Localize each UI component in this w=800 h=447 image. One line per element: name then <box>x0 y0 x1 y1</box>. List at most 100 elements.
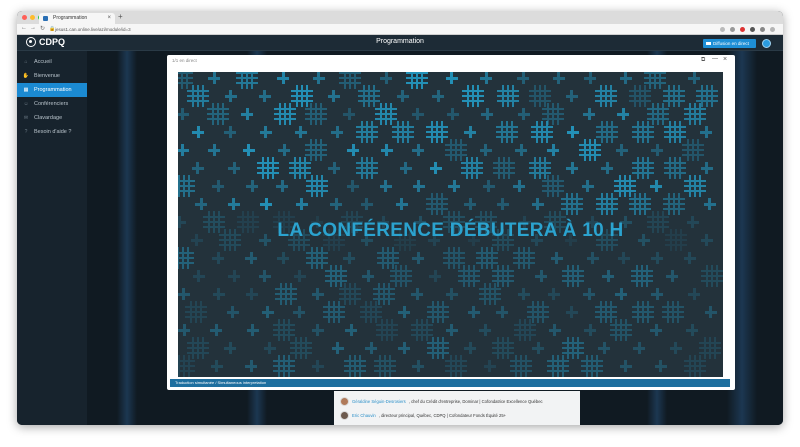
new-tab-icon[interactable]: + <box>118 12 123 21</box>
extension-icon[interactable] <box>760 27 765 32</box>
back-icon[interactable]: ← <box>21 25 27 31</box>
browser-window: Programmation × + ← → ↻ 🔒 jesus1.can.onl… <box>17 11 783 425</box>
decorative-cross <box>517 108 530 120</box>
schedule-row: Géraldine Séguin-Desrosiers , chef du Cr… <box>340 397 543 406</box>
decorative-cross <box>530 121 553 143</box>
decorative-cross <box>464 198 477 210</box>
popout-icon[interactable]: ⧉ <box>701 57 705 64</box>
user-avatar[interactable] <box>762 39 771 48</box>
decorative-cross <box>683 175 706 197</box>
address-bar: ← → ↻ 🔒 jesus1.can.online.live/azi/modul… <box>17 24 783 35</box>
decorative-cross <box>566 126 579 138</box>
decorative-cross <box>362 270 375 282</box>
decorative-cross <box>583 288 596 300</box>
decorative-cross <box>602 270 615 282</box>
sidebar-item-clavardage[interactable]: ✉ Clavardage <box>17 111 87 125</box>
live-stream-label: Diffusion en direct <box>713 41 749 46</box>
decorative-cross <box>355 157 378 179</box>
decorative-cross <box>460 157 483 179</box>
sidebar-item-label: Programmation <box>34 87 72 93</box>
decorative-cross <box>429 162 442 174</box>
decorative-cross <box>584 72 597 84</box>
live-stream-button[interactable]: Diffusion en direct <box>703 39 756 48</box>
sidebar: ⌂ Accueil ✋ Bienvenue ▦ Programmation ☺ … <box>17 51 87 425</box>
decorative-cross <box>615 288 628 300</box>
decorative-cross <box>246 180 259 192</box>
close-icon[interactable]: × <box>723 56 727 63</box>
interpretation-bar[interactable]: Traduction simultanée / Simultaneous int… <box>170 379 730 387</box>
browser-tab[interactable]: Programmation × <box>39 13 115 24</box>
schedule-panel: Géraldine Séguin-Desrosiers , chef du Cr… <box>334 391 580 425</box>
video-player[interactable]: LA CONFÉRENCE DÉBUTERA À 10 H <box>178 72 723 377</box>
decorative-cross <box>581 180 594 192</box>
decorative-cross <box>479 283 502 305</box>
decorative-cross <box>464 342 477 354</box>
decorative-cross <box>227 198 240 210</box>
favicon-icon <box>43 16 48 21</box>
decorative-cross <box>650 180 662 192</box>
decorative-cross <box>631 265 654 287</box>
speaker-name[interactable]: Eric Chauvin <box>352 413 376 418</box>
decorative-cross <box>700 162 713 174</box>
tab-close-icon[interactable]: × <box>107 13 111 24</box>
sidebar-item-conferenciers[interactable]: ☺ Conférenciers <box>17 97 87 111</box>
help-icon: ? <box>24 129 28 135</box>
decorative-cross <box>633 342 646 354</box>
decorative-cross <box>565 306 578 318</box>
decorative-cross <box>531 198 544 210</box>
minimize-icon[interactable]: — <box>712 56 718 62</box>
decorative-cross <box>277 72 290 84</box>
minimize-window-icon[interactable] <box>30 15 35 20</box>
decorative-cross <box>178 175 195 197</box>
decorative-cross <box>688 72 701 84</box>
decorative-cross <box>256 157 279 179</box>
decorative-cross <box>513 247 535 269</box>
decorative-cross <box>278 144 291 156</box>
extension-icon[interactable] <box>740 27 745 32</box>
decorative-cross <box>683 252 696 264</box>
sidebar-item-accueil[interactable]: ⌂ Accueil <box>17 55 87 69</box>
decorative-cross <box>192 270 205 282</box>
decorative-cross <box>464 126 477 138</box>
tab-title: Programmation <box>53 15 88 21</box>
decorative-cross <box>513 180 525 192</box>
sidebar-item-bienvenue[interactable]: ✋ Bienvenue <box>17 69 87 83</box>
sidebar-item-programmation[interactable]: ▦ Programmation <box>17 83 87 97</box>
decorative-cross <box>586 252 599 264</box>
decorative-cross <box>398 342 411 354</box>
extension-icon[interactable] <box>750 27 755 32</box>
decorative-cross <box>412 252 425 264</box>
decorative-cross <box>552 72 565 84</box>
page-title: Programmation <box>376 38 424 45</box>
decorative-cross <box>654 360 667 372</box>
forward-icon[interactable]: → <box>30 25 36 31</box>
decorative-cross <box>212 180 225 192</box>
extension-icon[interactable] <box>720 27 725 32</box>
decorative-cross <box>666 270 679 282</box>
url-field[interactable]: jesus1.can.online.live/azi/module/id=3 <box>55 25 131 34</box>
close-window-icon[interactable] <box>22 15 27 20</box>
decorative-cross <box>206 103 229 125</box>
decorative-cross <box>185 301 208 323</box>
decorative-cross <box>578 139 601 161</box>
decorative-cross <box>566 162 578 174</box>
extension-icon[interactable] <box>730 27 735 32</box>
decorative-cross <box>258 90 271 102</box>
decorative-cross <box>311 324 324 336</box>
decorative-cross <box>379 180 392 192</box>
decorative-cross <box>598 342 611 354</box>
decorative-cross <box>547 144 560 156</box>
decorative-cross <box>513 319 536 341</box>
profile-icon[interactable] <box>770 27 775 32</box>
decorative-cross <box>347 144 360 156</box>
decorative-cross <box>331 342 344 354</box>
decorative-cross <box>446 108 459 120</box>
decorative-cross <box>191 162 204 174</box>
reload-icon[interactable]: ↻ <box>40 25 45 32</box>
sidebar-item-aide[interactable]: ? Besoin d'aide ? <box>17 125 87 139</box>
decorative-cross <box>683 103 706 125</box>
speaker-name[interactable]: Géraldine Séguin-Desrosiers <box>352 399 406 404</box>
decorative-cross <box>412 360 425 372</box>
decorative-cross <box>700 126 713 138</box>
decorative-cross <box>581 355 604 377</box>
